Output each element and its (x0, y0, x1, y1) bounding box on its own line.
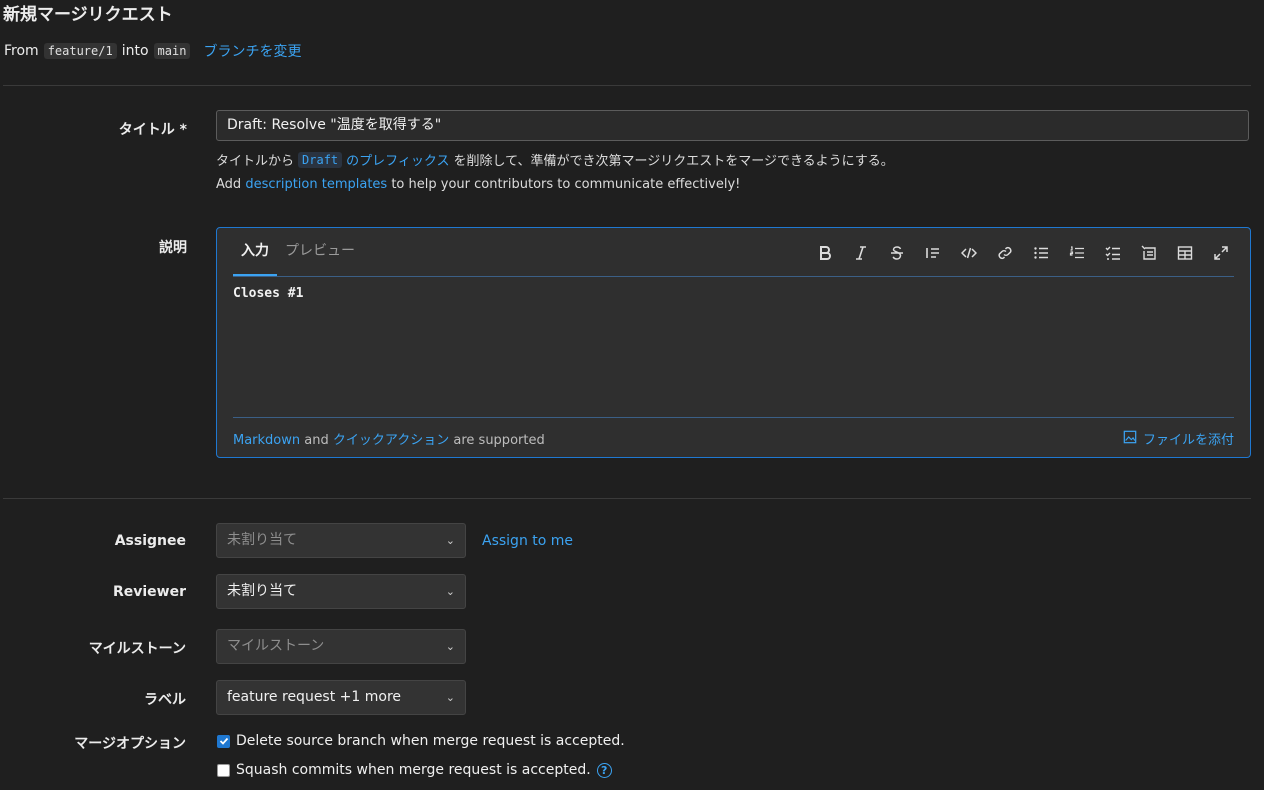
tab-write[interactable]: 入力 (233, 228, 277, 276)
numbered-list-icon[interactable] (1064, 240, 1090, 266)
title-label: タイトル * (118, 122, 187, 138)
draft-code: Draft (298, 151, 343, 168)
code-icon[interactable] (956, 240, 982, 266)
help-text: タイトルから (216, 154, 295, 169)
fullscreen-icon[interactable] (1208, 240, 1234, 266)
reviewer-dropdown[interactable]: 未割り当て ⌄ (216, 574, 466, 609)
task-list-icon[interactable] (1100, 240, 1126, 266)
assignee-label: Assignee (114, 533, 186, 549)
description-textarea[interactable]: Closes #1 (233, 286, 1234, 406)
editor-divider (233, 276, 1234, 277)
milestone-value: マイルストーン (227, 638, 325, 654)
help-icon[interactable]: ? (596, 762, 612, 778)
source-branch: feature/1 (43, 43, 117, 59)
tab-preview[interactable]: プレビュー (277, 228, 363, 274)
assign-to-me-link[interactable]: Assign to me (482, 533, 573, 549)
chevron-down-icon: ⌄ (445, 640, 455, 653)
description-templates-link[interactable]: description templates (245, 177, 387, 192)
title-input[interactable]: Draft: Resolve "温度を取得する" (216, 110, 1249, 141)
labels-dropdown[interactable]: feature request +1 more ⌄ (216, 680, 466, 715)
link-icon[interactable] (992, 240, 1018, 266)
editor-tabs: 入力 プレビュー (233, 228, 363, 276)
labels-value: feature request +1 more (227, 689, 402, 705)
divider-2 (3, 498, 1251, 499)
chevron-down-icon: ⌄ (445, 691, 455, 704)
attach-file-button[interactable]: ファイルを添付 (1123, 429, 1234, 448)
table-icon[interactable] (1172, 240, 1198, 266)
attach-file-label: ファイルを添付 (1142, 433, 1234, 448)
chevron-down-icon: ⌄ (445, 534, 455, 547)
bullet-list-icon[interactable] (1028, 240, 1054, 266)
markdown-link[interactable]: Markdown (233, 433, 300, 448)
editor-divider-bottom (233, 417, 1234, 418)
editor-toolbar (812, 240, 1234, 266)
italic-icon[interactable] (848, 240, 874, 266)
delete-source-option[interactable]: Delete source branch when merge request … (217, 733, 625, 749)
help-text-suffix: を削除して、準備ができ次第マージリクエストをマージできるようにする。 (453, 154, 894, 169)
assignee-dropdown[interactable]: 未割り当て ⌄ (216, 523, 466, 558)
quote-icon[interactable] (920, 240, 946, 266)
bold-icon[interactable] (812, 240, 838, 266)
change-branches-link[interactable]: ブランチを変更 (203, 41, 301, 61)
delete-source-checkbox[interactable] (217, 734, 230, 748)
quick-actions-link[interactable]: クイックアクション (333, 433, 449, 448)
into-label: into (121, 43, 149, 59)
footer-supported: are supported (453, 433, 545, 448)
labels-label: ラベル (144, 692, 186, 708)
squash-option[interactable]: Squash commits when merge request is acc… (217, 762, 612, 778)
branch-line: From feature/1 into main ブランチを変更 (4, 41, 301, 61)
reviewer-label: Reviewer (112, 584, 186, 600)
assignee-value: 未割り当て (227, 532, 297, 548)
help2-add: Add (216, 177, 242, 192)
milestone-label: マイルストーン (88, 641, 186, 657)
page-title: 新規マージリクエスト (3, 5, 173, 25)
divider (3, 85, 1251, 86)
templates-help-text: Add description templates to help your c… (216, 177, 740, 192)
reviewer-value: 未割り当て (227, 583, 297, 599)
collapsible-icon[interactable] (1136, 240, 1162, 266)
strikethrough-icon[interactable] (884, 240, 910, 266)
prefix-link[interactable]: のプレフィックス (346, 150, 449, 169)
from-label: From (4, 43, 39, 59)
editor-footer: Markdown and クイックアクション are supported (233, 429, 545, 448)
footer-and: and (304, 433, 329, 448)
milestone-dropdown[interactable]: マイルストーン ⌄ (216, 629, 466, 664)
help2-rest: to help your contributors to communicate… (391, 177, 741, 192)
merge-options-label: マージオプション (74, 736, 186, 752)
squash-checkbox[interactable] (217, 763, 230, 777)
description-editor: 入力 プレビュー Closes #1 Markdown and クイックアクショ… (216, 227, 1251, 458)
draft-help-text: タイトルから Draft のプレフィックス を削除して、準備ができ次第マージリク… (216, 150, 894, 169)
target-branch: main (153, 43, 191, 59)
new-merge-request-page: 新規マージリクエスト From feature/1 into main ブランチ… (0, 0, 1264, 790)
image-icon (1123, 430, 1137, 448)
description-label: 説明 (159, 240, 187, 256)
delete-source-label: Delete source branch when merge request … (236, 733, 625, 749)
squash-label: Squash commits when merge request is acc… (236, 762, 591, 778)
chevron-down-icon: ⌄ (445, 585, 455, 598)
